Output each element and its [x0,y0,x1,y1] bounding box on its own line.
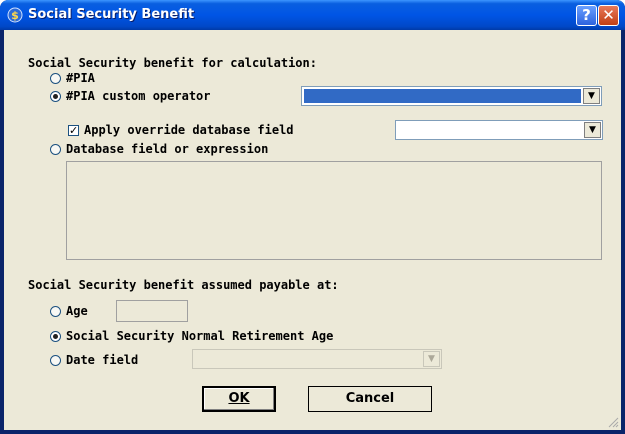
custom-operator-select[interactable]: ▼ [301,86,602,106]
radio-db-field-label: Database field or expression [66,142,269,156]
radio-pia-custom-label: #PIA custom operator [66,89,211,103]
close-button[interactable]: ✕ [598,5,619,26]
resize-grip-icon[interactable] [607,416,619,428]
date-field-select[interactable]: ▼ [192,349,442,369]
radio-pia-custom[interactable] [50,91,61,102]
apply-override-label: Apply override database field [84,123,294,137]
dialog-body: Social Security benefit for calculation:… [4,30,621,430]
svg-text:$: $ [11,9,19,22]
radio-age-label: Age [66,304,88,318]
title-bar[interactable]: $ Social Security Benefit ? ✕ [0,0,625,30]
radio-pia[interactable] [50,73,61,84]
selected-value-highlight [304,89,581,103]
radio-pia-label: #PIA [66,71,95,85]
ok-button-label: OK [228,391,250,406]
window-title: Social Security Benefit [28,7,195,22]
radio-normal-retirement[interactable] [50,331,61,342]
help-button[interactable]: ? [576,5,597,26]
age-input[interactable] [116,300,188,322]
expression-textarea[interactable] [66,161,602,260]
cancel-button[interactable]: Cancel [308,386,432,412]
chevron-down-icon[interactable]: ▼ [584,122,601,138]
chevron-down-icon[interactable]: ▼ [583,88,600,104]
dollar-icon: $ [7,7,23,23]
ok-button[interactable]: OK [202,386,276,412]
apply-override-checkbox[interactable]: ✓ [68,125,79,136]
payable-section-heading: Social Security benefit assumed payable … [28,278,339,292]
dialog-window: $ Social Security Benefit ? ✕ Social Sec… [0,0,625,434]
radio-date-field[interactable] [50,355,61,366]
radio-date-field-label: Date field [66,353,139,367]
calc-section-heading: Social Security benefit for calculation: [28,56,317,70]
radio-age[interactable] [50,306,61,317]
chevron-down-icon[interactable]: ▼ [423,351,440,367]
override-field-select[interactable]: ▼ [395,120,603,140]
radio-normal-retirement-label: Social Security Normal Retirement Age [66,329,334,343]
radio-db-field[interactable] [50,144,61,155]
